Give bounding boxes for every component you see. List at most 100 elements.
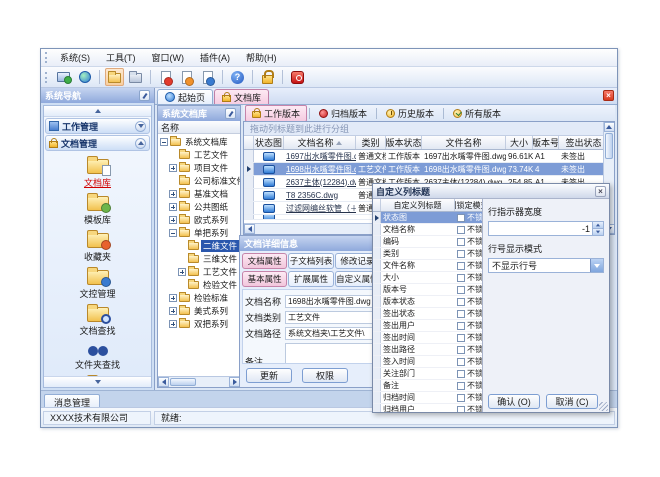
menu-item-系统(S)[interactable]: 系统(S) xyxy=(52,49,98,66)
sidebar-item-文件夹查找[interactable]: 文件夹查找 xyxy=(44,339,151,373)
checkbox[interactable] xyxy=(457,274,465,282)
scroll-thumb[interactable] xyxy=(170,378,196,386)
expander-plus-icon[interactable] xyxy=(169,307,177,315)
checkbox[interactable] xyxy=(457,358,465,366)
checkbox[interactable] xyxy=(457,214,465,222)
table-row[interactable]: 1698出水嘴零件图.dwg工艺文件工作版本1698出水嘴零件图.dwg73.7… xyxy=(244,163,615,176)
expander-plus-icon[interactable] xyxy=(169,190,177,198)
expander-plus-icon[interactable] xyxy=(169,216,177,224)
toolbar-button-mail-orange[interactable] xyxy=(177,68,196,86)
dialog-row-版本状态[interactable]: 版本状态不锁定 xyxy=(373,296,482,308)
scroll-left-button[interactable] xyxy=(158,377,169,387)
sidebar-collapse-button[interactable] xyxy=(44,106,151,117)
tree-node-检验标准[interactable]: 检验标准 xyxy=(158,291,240,304)
dialog-row-文档名称[interactable]: 文档名称不锁定 xyxy=(373,224,482,236)
sidebar-item-模板库[interactable]: 模板库 xyxy=(44,191,151,228)
sidebar-item-文控管理[interactable]: 文控管理 xyxy=(44,265,151,302)
pin-icon[interactable] xyxy=(225,108,236,119)
tree-node-工艺文件[interactable]: 工艺文件 xyxy=(158,265,240,278)
update-button[interactable]: 更新 xyxy=(246,368,292,383)
details-tab-子文档列表[interactable]: 子文档列表 xyxy=(288,253,333,269)
checkbox[interactable] xyxy=(457,298,465,306)
group-by-bar[interactable]: 拖动列标题到此进行分组 xyxy=(244,122,614,136)
toolbar-button-exit[interactable] xyxy=(288,68,307,86)
column-header-签出状态[interactable]: 签出状态 xyxy=(559,136,609,149)
checkbox[interactable] xyxy=(457,262,465,270)
dialog-row-签入时间[interactable]: 签入时间不锁定 xyxy=(373,356,482,368)
checkbox[interactable] xyxy=(457,250,465,258)
dialog-row-备注[interactable]: 备注不锁定 xyxy=(373,380,482,392)
sidebar-item-收藏夹[interactable]: 收藏夹 xyxy=(44,228,151,265)
expand-section-button[interactable] xyxy=(135,121,146,132)
toolbar-button-help[interactable] xyxy=(228,68,247,86)
tree-node-双把系列[interactable]: 双把系列 xyxy=(158,317,240,330)
column-header-状态图[interactable]: 状态图 xyxy=(254,136,284,149)
remark-textarea[interactable] xyxy=(285,343,377,364)
tree-column-header[interactable]: 名称 xyxy=(158,121,240,134)
checkbox[interactable] xyxy=(457,370,465,378)
tab-文档库[interactable]: 文档库 xyxy=(214,89,269,104)
version-tab-历史版本[interactable]: 历史版本 xyxy=(379,105,441,122)
document-link[interactable]: 1698出水嘴零件图.dwg xyxy=(284,163,356,175)
sidebar-section-文档管理[interactable]: 文档管理 xyxy=(45,135,150,151)
version-tab-工作版本[interactable]: 工作版本 xyxy=(245,105,307,122)
document-link[interactable]: 2637主体(12284).dwg xyxy=(284,176,356,188)
scroll-up-button[interactable] xyxy=(604,122,615,132)
tree-node-美式系列[interactable]: 美式系列 xyxy=(158,304,240,317)
expander-minus-icon[interactable] xyxy=(169,229,177,237)
toolbar-button-lock[interactable] xyxy=(258,68,277,86)
column-header-文档名称[interactable]: 文档名称 xyxy=(284,136,356,149)
toolbar-button-computer[interactable] xyxy=(54,68,73,86)
checkbox[interactable] xyxy=(457,322,465,330)
dialog-col-lock-header[interactable]: 列锁定模式 xyxy=(455,199,482,211)
scroll-left-button[interactable] xyxy=(244,224,255,234)
expander-plus-icon[interactable] xyxy=(169,203,177,211)
column-header-类别[interactable]: 类别 xyxy=(356,136,386,149)
expander-plus-icon[interactable] xyxy=(169,320,177,328)
tree-node-公共图纸[interactable]: 公共图纸 xyxy=(158,200,240,213)
document-link[interactable]: 1697出水嘴零件图.dwg xyxy=(284,150,356,162)
table-row[interactable]: 1697出水嘴零件图.dwg普通文档工作版本1697出水嘴零件图.dwg96.6… xyxy=(244,150,615,163)
collapse-section-button[interactable] xyxy=(135,138,146,149)
checkbox[interactable] xyxy=(457,286,465,294)
toolbar-grip[interactable] xyxy=(45,52,48,63)
toolbar-button-folder-view[interactable] xyxy=(126,68,145,86)
tree-node-单把系列[interactable]: 单把系列 xyxy=(158,226,240,239)
scroll-thumb[interactable] xyxy=(605,133,613,159)
dialog-row-大小[interactable]: 大小不锁定 xyxy=(373,272,482,284)
tree-node-检验文件[interactable]: 检验文件 xyxy=(158,278,240,291)
column-header-版本号[interactable]: 版本号 xyxy=(533,136,559,149)
sidebar-item-文档库[interactable]: 文档库 xyxy=(44,154,151,191)
ok-button[interactable]: 确认 (O) xyxy=(488,394,540,409)
tree-node-公司标准文件[interactable]: 公司标准文件 xyxy=(158,174,240,187)
version-tab-所有版本[interactable]: 所有版本 xyxy=(446,105,508,122)
expander-plus-icon[interactable] xyxy=(178,268,186,276)
dialog-row-类别[interactable]: 类别不锁定 xyxy=(373,248,482,260)
toolbar-button-mail-blue[interactable] xyxy=(198,68,217,86)
cancel-button[interactable]: 取消 (C) xyxy=(546,394,598,409)
close-tab-button[interactable] xyxy=(603,90,614,101)
tree-node-工艺文件[interactable]: 工艺文件 xyxy=(158,148,240,161)
permission-button[interactable]: 权限 xyxy=(302,368,348,383)
tree-node-基准文档[interactable]: 基准文档 xyxy=(158,187,240,200)
toolbar-button-globe[interactable] xyxy=(75,68,94,86)
dialog-row-签出用户[interactable]: 签出用户不锁定 xyxy=(373,320,482,332)
dialog-col-title-header[interactable]: 自定义列标题 xyxy=(381,199,455,211)
tree-node-项目文件[interactable]: 项目文件 xyxy=(158,161,240,174)
tree-node-三维文件[interactable]: 三维文件 xyxy=(158,252,240,265)
dialog-row-状态图[interactable]: 状态图不锁定 xyxy=(373,212,482,224)
column-header-文件名称[interactable]: 文件名称 xyxy=(422,136,506,149)
dialog-row-签出路径[interactable]: 签出路径不锁定 xyxy=(373,344,482,356)
dialog-row-版本号[interactable]: 版本号不锁定 xyxy=(373,284,482,296)
checkbox[interactable] xyxy=(457,382,465,390)
document-link[interactable]: T8 2356C.dwg xyxy=(284,189,356,201)
column-header-版本状态[interactable]: 版本状态 xyxy=(386,136,422,149)
expander-plus-icon[interactable] xyxy=(169,164,177,172)
column-header-大小[interactable]: 大小 xyxy=(506,136,533,149)
doc-category-value[interactable]: 工艺文件 xyxy=(285,311,377,324)
row-number-mode-select[interactable]: 不显示行号 xyxy=(488,258,604,273)
details-tab-基本属性[interactable]: 基本属性 xyxy=(242,271,287,287)
spin-down-button[interactable] xyxy=(593,228,603,235)
version-tab-归档版本[interactable]: 归档版本 xyxy=(312,105,374,122)
dialog-row-文件名称[interactable]: 文件名称不锁定 xyxy=(373,260,482,272)
